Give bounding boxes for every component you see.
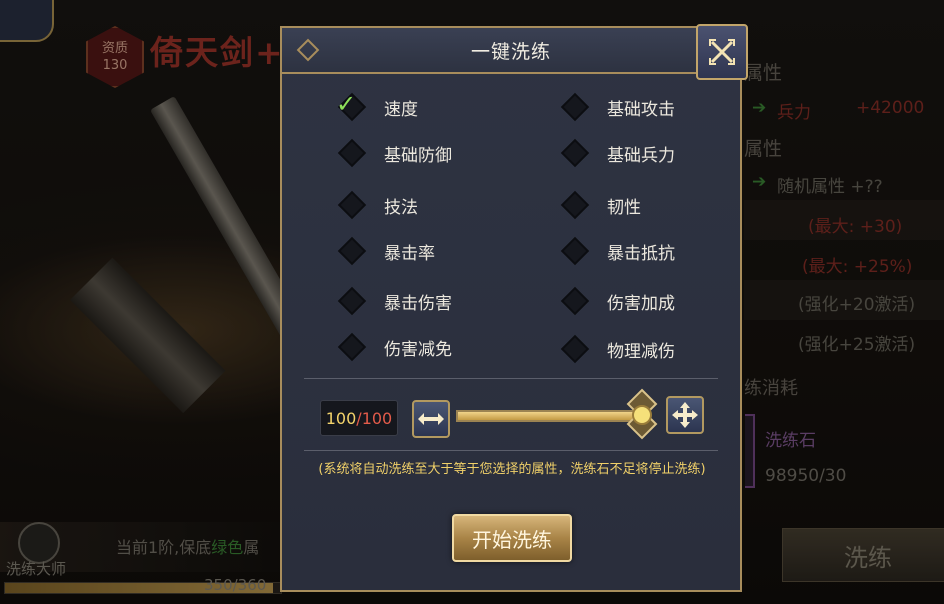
slider-fill [458, 412, 638, 420]
start-wash-button[interactable]: 开始洗练 [452, 514, 572, 562]
option-checkbox [560, 334, 590, 364]
option-label: 技法 [384, 197, 418, 218]
option-label: 速度 [384, 99, 418, 120]
option-base-defense[interactable]: 基础防御 [337, 138, 452, 168]
slider-knob-icon [626, 388, 658, 440]
option-damage-reduction[interactable]: 伤害减免 [337, 332, 452, 362]
option-label: 基础兵力 [607, 145, 675, 166]
option-technique[interactable]: 技法 [337, 190, 418, 220]
slider-handle[interactable] [622, 388, 662, 442]
option-physical-reduction[interactable]: 物理减伤 [560, 334, 675, 364]
option-label: 伤害加成 [607, 293, 675, 314]
option-label: 伤害减免 [384, 339, 452, 360]
option-base-troops[interactable]: 基础兵力 [560, 138, 675, 168]
option-base-attack[interactable]: 基础攻击 [560, 92, 675, 122]
option-label: 暴击伤害 [384, 293, 452, 314]
left-right-arrow-icon [418, 413, 444, 425]
option-speed[interactable]: ✓ 速度 [336, 90, 418, 122]
close-button[interactable] [696, 24, 748, 80]
option-checkbox [337, 236, 367, 266]
four-way-arrow-icon [672, 402, 698, 428]
one-click-wash-dialog: 一键洗练 ✓ 速度 基础攻击 基础防御 基础兵力 技法 韧性 暴击率 暴击抵抗 … [280, 24, 748, 592]
count-current: 100 [325, 408, 357, 428]
option-crit-damage[interactable]: 暴击伤害 [337, 286, 452, 316]
decrease-button[interactable] [412, 400, 450, 438]
option-checkbox [337, 190, 367, 220]
auto-wash-note: (系统将自动洗练至大于等于您选择的属性，洗练石不足将停止洗练) [318, 462, 706, 477]
divider [304, 450, 718, 451]
option-checkbox [560, 190, 590, 220]
option-checkbox [337, 286, 367, 316]
increase-button[interactable] [666, 396, 704, 434]
header-ornament-icon [296, 38, 320, 62]
option-damage-bonus[interactable]: 伤害加成 [560, 286, 675, 316]
close-icon [709, 39, 735, 65]
dialog-title: 一键洗练 [470, 40, 551, 63]
option-label: 物理减伤 [607, 341, 675, 362]
option-label: 暴击抵抗 [607, 243, 675, 264]
option-checkbox [560, 92, 590, 122]
option-crit-resist[interactable]: 暴击抵抗 [560, 236, 675, 266]
option-checkbox [560, 138, 590, 168]
option-toughness[interactable]: 韧性 [560, 190, 641, 220]
option-checkbox [337, 332, 367, 362]
option-checkbox [560, 286, 590, 316]
count-max: 100 [361, 408, 393, 428]
wash-count-display: 100/100 [320, 400, 398, 436]
option-crit-rate[interactable]: 暴击率 [337, 236, 435, 266]
option-label: 基础攻击 [607, 99, 675, 120]
check-icon: ✓ [336, 90, 357, 118]
option-checkbox [560, 236, 590, 266]
option-label: 暴击率 [384, 243, 435, 264]
option-label: 基础防御 [384, 145, 452, 166]
divider [304, 378, 718, 379]
option-label: 韧性 [607, 197, 641, 218]
dialog-header: 一键洗练 [282, 28, 740, 74]
option-checkbox [337, 138, 367, 168]
count-slider[interactable] [456, 410, 640, 422]
